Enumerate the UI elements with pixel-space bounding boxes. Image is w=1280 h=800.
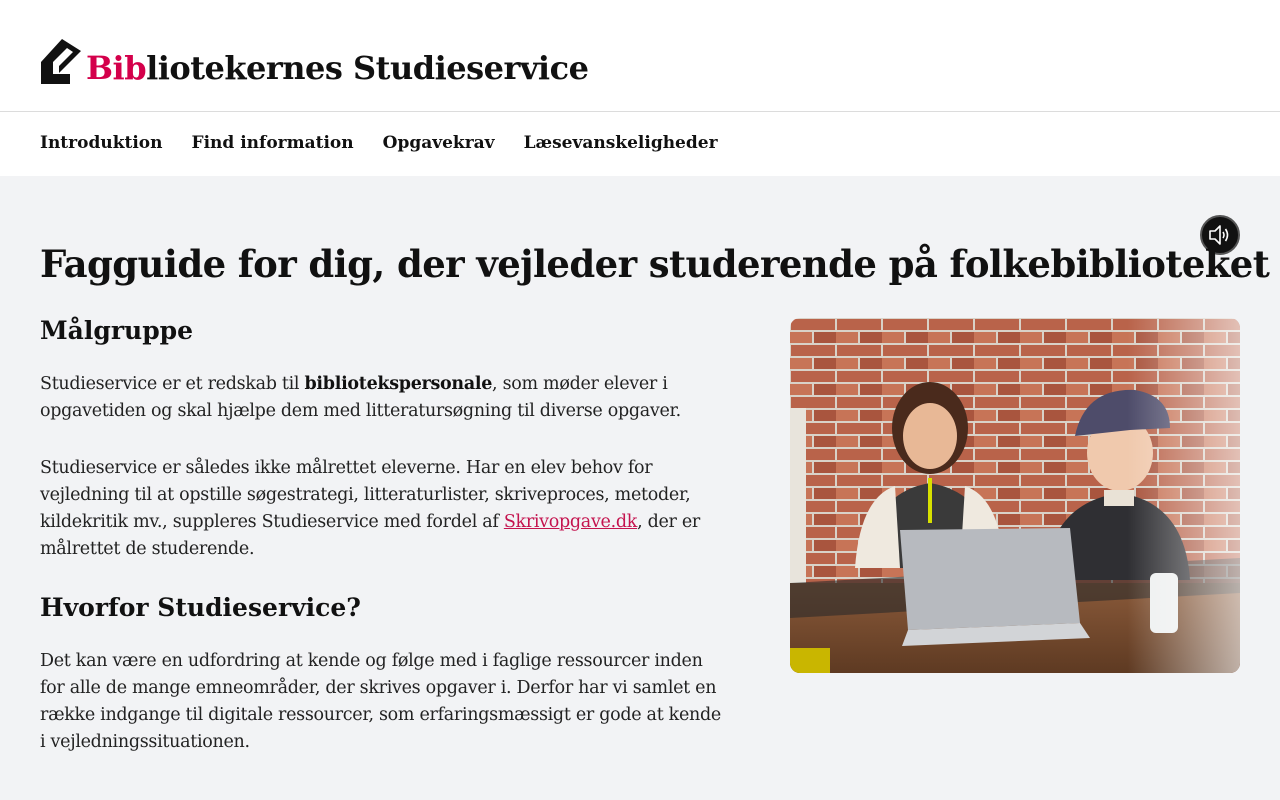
site-title-accent: Bib xyxy=(86,49,147,87)
site-title: Bibliotekernes Studieservice xyxy=(86,49,589,87)
nav-item-introduktion[interactable]: Introduktion xyxy=(40,133,163,153)
library-staff-photo xyxy=(790,318,1240,673)
hero-photo xyxy=(790,318,1240,673)
page-title: Fagguide for dig, der vejleder studerend… xyxy=(40,242,1270,286)
site-title-rest: liotekernes Studieservice xyxy=(146,49,589,87)
paragraph-maalgruppe-1: Studieservice er et redskab til bibliote… xyxy=(40,371,730,425)
emphasis-bibliotekspersonale: bibliotekspersonale xyxy=(304,374,493,394)
text-segment: Studieservice er et redskab til xyxy=(40,374,305,394)
nav-item-laesevanskeligheder[interactable]: Læsevanskeligheder xyxy=(524,133,718,153)
site-header: Bibliotekernes Studieservice xyxy=(0,0,1280,112)
main-content: Fagguide for dig, der vejleder studerend… xyxy=(0,176,1280,800)
section-heading-maalgruppe: Målgruppe xyxy=(40,316,194,345)
skrivopgave-link[interactable]: Skrivopgave.dk xyxy=(504,512,638,532)
paragraph-maalgruppe-2: Studieservice er således ikke målrettet … xyxy=(40,455,730,563)
nav-item-find-information[interactable]: Find information xyxy=(192,133,354,153)
arrow-logo-icon xyxy=(41,39,81,84)
paragraph-hvorfor-1: Det kan være en udfordring at kende og f… xyxy=(40,651,721,752)
section-heading-hvorfor: Hvorfor Studieservice? xyxy=(40,593,361,622)
article-body: Målgruppe Studieservice er et redskab ti… xyxy=(40,316,730,786)
main-nav: Introduktion Find information Opgavekrav… xyxy=(0,112,1280,176)
nav-item-opgavekrav[interactable]: Opgavekrav xyxy=(383,133,495,153)
site-logo[interactable]: Bibliotekernes Studieservice xyxy=(40,38,589,86)
